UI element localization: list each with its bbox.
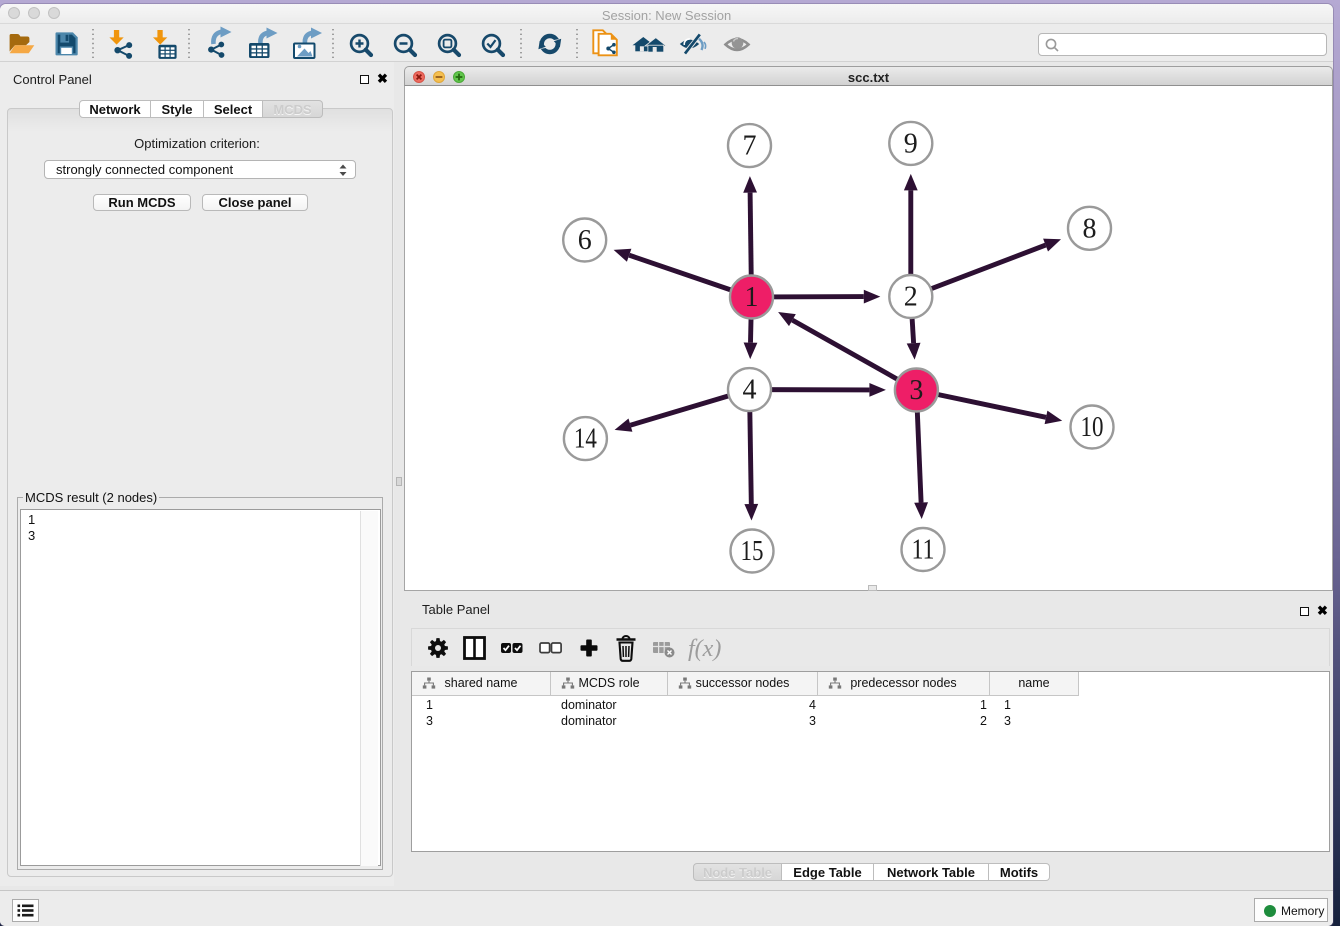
svg-text:6: 6 bbox=[578, 225, 592, 256]
svg-text:9: 9 bbox=[904, 128, 918, 159]
svg-text:8: 8 bbox=[1083, 213, 1097, 244]
svg-text:4: 4 bbox=[743, 375, 757, 406]
svg-text:10: 10 bbox=[1081, 412, 1104, 443]
svg-text:7: 7 bbox=[743, 131, 757, 162]
svg-text:3: 3 bbox=[909, 375, 923, 406]
svg-text:2: 2 bbox=[904, 282, 918, 313]
svg-text:15: 15 bbox=[741, 536, 764, 567]
svg-text:14: 14 bbox=[574, 424, 597, 455]
svg-text:f(x): f(x) bbox=[688, 636, 721, 662]
svg-text:1: 1 bbox=[745, 282, 759, 313]
svg-text:11: 11 bbox=[912, 535, 935, 566]
